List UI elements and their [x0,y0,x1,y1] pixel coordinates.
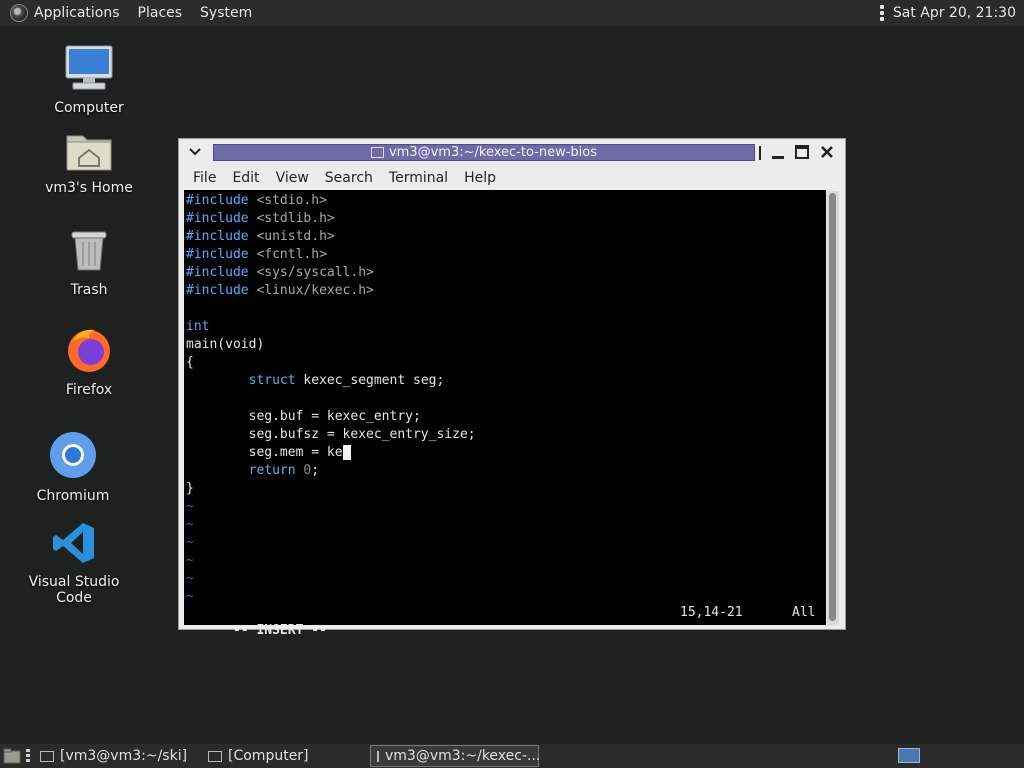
code-line: int [186,319,210,334]
window-title-strip[interactable]: vm3@vm3:~/kexec-to-new-bios [213,144,755,161]
desktop-icon-label: Visual Studio Code [28,574,120,606]
vscode-icon [53,523,94,563]
empty-line-marker: ~ [186,499,194,514]
empty-line-marker: ~ [186,553,194,568]
code-line: #include <unistd.h> [186,229,335,244]
terminal-task-icon [377,750,379,762]
desktop-icon-firefox[interactable]: Firefox [24,326,154,398]
vim-statusline: -- INSERT -- 15,14-21 All [186,604,822,638]
window-menu-chevron-icon[interactable] [189,147,201,157]
window-title: vm3@vm3:~/kexec-to-new-bios [388,145,597,160]
code-line: seg.buf = kexec_entry; [248,409,421,424]
scrollbar-thumb[interactable] [829,193,836,621]
workspace-switcher[interactable] [898,748,920,763]
code-line-current: seg.mem = ke [186,444,476,462]
firefox-icon [68,329,110,372]
code-line: #include <stdlib.h> [186,211,335,226]
taskbar-item-ski-terminal[interactable]: [vm3@vm3:~/ski] [34,745,199,767]
menu-help[interactable]: Help [464,170,496,186]
top-panel: Applications Places System Sat Apr 20, 2… [0,0,1024,26]
clock-area: Sat Apr 20, 21:30 [879,0,1016,26]
scroll-indicator: All [792,605,816,620]
code-line: #include <stdio.h> [186,193,327,208]
code-line: return 0; [248,463,320,478]
code-line: } [186,481,194,496]
code-line: main(void) [186,337,265,352]
empty-line-marker: ~ [186,517,194,532]
terminal-window: vm3@vm3:~/kexec-to-new-bios File Edit Vi… [178,138,846,638]
minimize-icon[interactable] [771,146,785,160]
code-line: #include <fcntl.h> [186,247,327,262]
empty-line-marker: ~ [186,535,194,550]
applications-menu[interactable]: Applications [34,5,120,21]
desktop-icon-home[interactable]: vm3's Home [24,128,154,196]
window-titlebar[interactable]: vm3@vm3:~/kexec-to-new-bios [179,139,845,165]
places-menu[interactable]: Places [138,5,183,21]
code-line: #include <linux/kexec.h> [186,283,374,298]
computer-icon [65,45,113,90]
menu-view[interactable]: View [276,170,309,186]
desktop-icon-vscode[interactable]: Visual Studio Code [9,520,139,606]
code-line: { [186,355,194,370]
menu-search[interactable]: Search [325,170,373,186]
bottom-panel: [vm3@vm3:~/ski] [Computer] vm3@vm3:~/kex… [0,744,1024,768]
vertical-scrollbar[interactable] [827,191,839,625]
desktop-icon-label: Firefox [65,382,113,398]
code-line: seg.bufsz = kexec_entry_size; [248,427,476,442]
desktop-icon-label: Chromium [36,488,110,504]
terminal-content[interactable]: #include <stdio.h> #include <stdlib.h> #… [184,190,826,638]
window-separator-icon [759,146,761,160]
desktop-icon-label: Trash [70,282,108,298]
mode-indicator: -- INSERT -- [232,623,327,638]
close-icon[interactable] [820,145,834,159]
menu-edit[interactable]: Edit [232,170,259,186]
terminal-task-icon [40,750,54,762]
panel-menu-dots-icon[interactable] [879,5,884,21]
desktop-icon-label: vm3's Home [45,180,133,196]
gnome-foot-icon[interactable] [10,4,28,22]
empty-line-marker: ~ [186,571,194,586]
clock[interactable]: Sat Apr 20, 21:30 [893,5,1016,21]
terminal-title-icon [370,147,384,158]
show-desktop-icon[interactable] [3,748,21,764]
menu-terminal[interactable]: Terminal [389,170,448,186]
chromium-icon [50,432,96,478]
taskbar-item-computer[interactable]: [Computer] [202,745,367,767]
text-cursor [342,445,351,460]
taskbar-item-kexec-terminal[interactable]: vm3@vm3:~/kexec-... [370,745,540,767]
desktop-icon-trash[interactable]: Trash [24,228,154,298]
vim-buffer: #include <stdio.h> #include <stdlib.h> #… [186,192,476,606]
desktop-icon-chromium[interactable]: Chromium [8,430,138,504]
computer-task-icon [208,750,222,762]
cursor-position: 15,14-21 [680,605,743,620]
home-folder-icon [66,135,112,171]
maximize-icon[interactable] [795,145,809,159]
menu-file[interactable]: File [193,170,216,186]
system-menu[interactable]: System [200,5,252,21]
panel-handle-icon[interactable] [25,749,31,763]
window-menubar: File Edit View Search Terminal Help [185,167,839,189]
code-line: struct kexec_segment seg; [248,373,445,388]
desktop-icon-label: Computer [54,100,124,116]
trash-icon [71,231,107,271]
code-line: #include <sys/syscall.h> [186,265,374,280]
desktop-icon-computer[interactable]: Computer [24,44,154,116]
